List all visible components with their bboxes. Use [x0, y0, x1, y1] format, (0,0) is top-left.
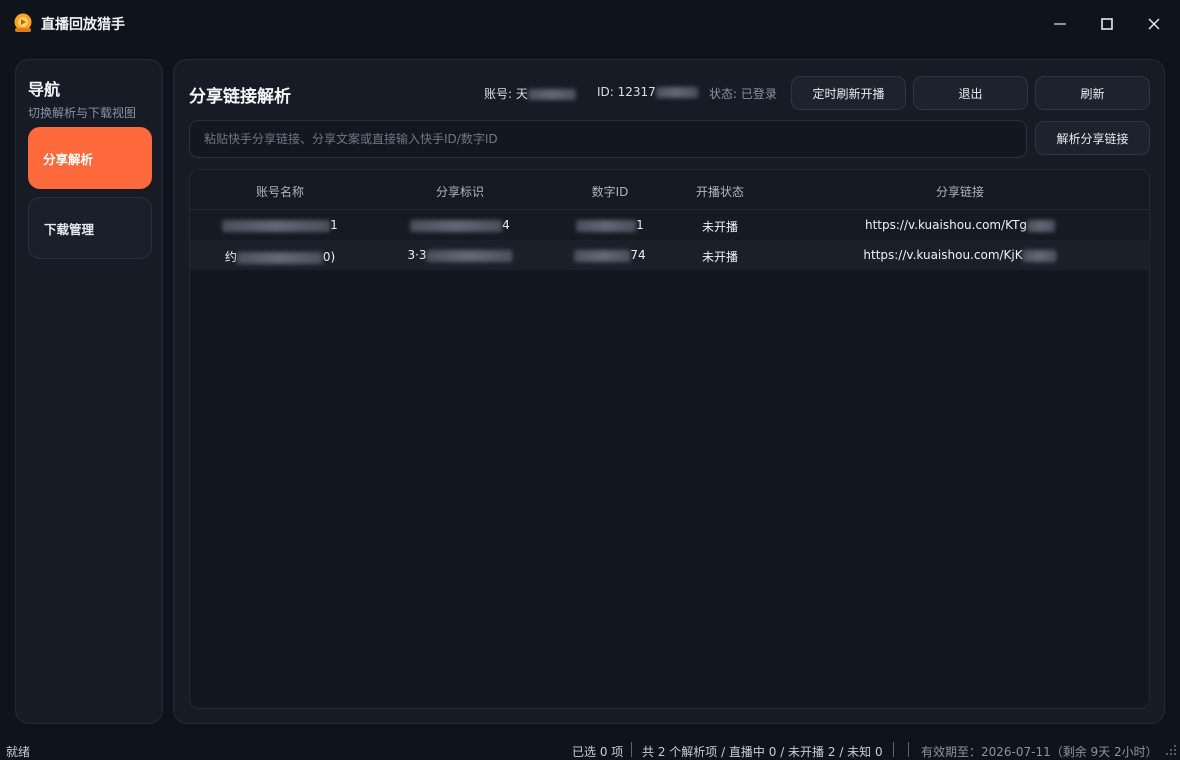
- redacted-text: [1022, 249, 1057, 262]
- redacted-text: [426, 249, 513, 262]
- close-button[interactable]: [1142, 12, 1166, 36]
- sidebar-item-download-manager[interactable]: 下载管理: [28, 197, 152, 259]
- column-header-live-status[interactable]: 开播状态: [696, 183, 744, 200]
- cell-text: 约: [224, 250, 237, 264]
- cell-account-name: 约 0): [225, 248, 335, 265]
- cell-account-name: 1: [222, 218, 338, 232]
- status-summary: 共 2 个解析项 / 直播中 0 / 未开播 2 / 未知 0: [642, 745, 883, 759]
- status-divider: [631, 742, 632, 757]
- app-logo-icon: [14, 13, 32, 32]
- redacted-text: [527, 89, 576, 100]
- sidebar-subtitle: 切换解析与下载视图: [28, 106, 137, 120]
- column-header-digit-id[interactable]: 数字ID: [592, 183, 629, 200]
- cell-digit-id: 1: [576, 218, 644, 232]
- cell-text: https://v.kuaishou.com/KTg: [864, 218, 1028, 232]
- maximize-icon: [1101, 18, 1113, 30]
- logout-button[interactable]: 退出: [913, 76, 1028, 110]
- column-header-account-name[interactable]: 账号名称: [256, 183, 304, 200]
- status-ready: 就绪: [6, 745, 31, 759]
- cell-text: 3·3: [407, 248, 427, 262]
- window-title: 直播回放猎手: [41, 17, 125, 33]
- table-row[interactable]: 约 0) 3·3 74 未开播 https://v.kuaishou.com/Kj…: [190, 240, 1149, 270]
- main-panel: 分享链接解析 账号: 天 ID: 12317 状态: 已登录 定时刷新开播 退出…: [173, 59, 1165, 724]
- schedule-refresh-button[interactable]: 定时刷新开播: [791, 76, 906, 110]
- app-window: 直播回放猎手 导航 切换解析与下载视图 分享解析 下载管理 分享链接解析 账号:…: [0, 0, 1180, 760]
- cell-share-id: 4: [410, 218, 510, 232]
- redacted-text: [222, 219, 331, 232]
- account-id: ID: 12317: [597, 85, 698, 99]
- redacted-text: [1027, 219, 1056, 232]
- cell-text: 1: [330, 218, 338, 232]
- cell-live-status: 未开播: [701, 220, 739, 234]
- status-selected-count: 已选 0 项: [572, 745, 624, 759]
- account-name-label: 账号: 天: [484, 87, 528, 101]
- login-status: 状态: 已登录: [709, 87, 777, 101]
- resize-grip-icon[interactable]: [1165, 744, 1177, 756]
- status-divider: [908, 742, 909, 757]
- sidebar-title: 导航: [28, 80, 61, 99]
- redacted-text: [576, 219, 637, 232]
- cell-text: 1: [636, 218, 644, 232]
- redacted-text: [574, 249, 631, 262]
- cell-share-link: https://v.kuaishou.com/KTg: [864, 218, 1056, 232]
- sidebar-item-share-parse[interactable]: 分享解析: [28, 127, 152, 189]
- close-icon: [1148, 18, 1160, 30]
- results-table: 账号名称 分享标识 数字ID 开播状态 分享链接 1 4 1 未开播 https…: [189, 169, 1150, 709]
- table-row[interactable]: 1 4 1 未开播 https://v.kuaishou.com/KTg: [190, 210, 1149, 240]
- redacted-text: [236, 251, 323, 264]
- table-header: 账号名称 分享标识 数字ID 开播状态 分享链接: [190, 170, 1149, 210]
- minimize-icon: [1054, 23, 1066, 25]
- redacted-text: [655, 87, 698, 98]
- cell-share-link: https://v.kuaishou.com/KjK: [863, 248, 1057, 262]
- page-title: 分享链接解析: [189, 87, 291, 107]
- status-expiry: 有效期至：2026-07-11（剩余 9天 2小时）: [921, 745, 1158, 759]
- maximize-button[interactable]: [1095, 12, 1119, 36]
- cell-text: https://v.kuaishou.com/KjK: [863, 248, 1023, 262]
- cell-text: 4: [502, 218, 510, 232]
- parse-share-link-button[interactable]: 解析分享链接: [1035, 121, 1150, 155]
- redacted-text: [410, 219, 503, 232]
- account-id-label: ID: 12317: [597, 85, 656, 99]
- column-header-share-link[interactable]: 分享链接: [936, 183, 984, 200]
- minimize-button[interactable]: [1048, 12, 1072, 36]
- account-name: 账号: 天: [484, 85, 576, 102]
- cell-digit-id: 74: [574, 248, 646, 262]
- status-bar: 就绪 已选 0 项 共 2 个解析项 / 直播中 0 / 未开播 2 / 未知 …: [0, 739, 1180, 760]
- cell-share-id: 3·3: [407, 248, 513, 262]
- sidebar: 导航 切换解析与下载视图 分享解析 下载管理: [15, 59, 163, 724]
- refresh-button[interactable]: 刷新: [1035, 76, 1150, 110]
- cell-text: 74: [630, 248, 646, 262]
- column-header-share-id[interactable]: 分享标识: [436, 183, 484, 200]
- cell-text: 0): [322, 250, 336, 264]
- share-link-input[interactable]: [189, 120, 1027, 158]
- status-divider: [893, 742, 894, 757]
- cell-live-status: 未开播: [701, 250, 739, 264]
- title-bar: 直播回放猎手: [0, 0, 1180, 48]
